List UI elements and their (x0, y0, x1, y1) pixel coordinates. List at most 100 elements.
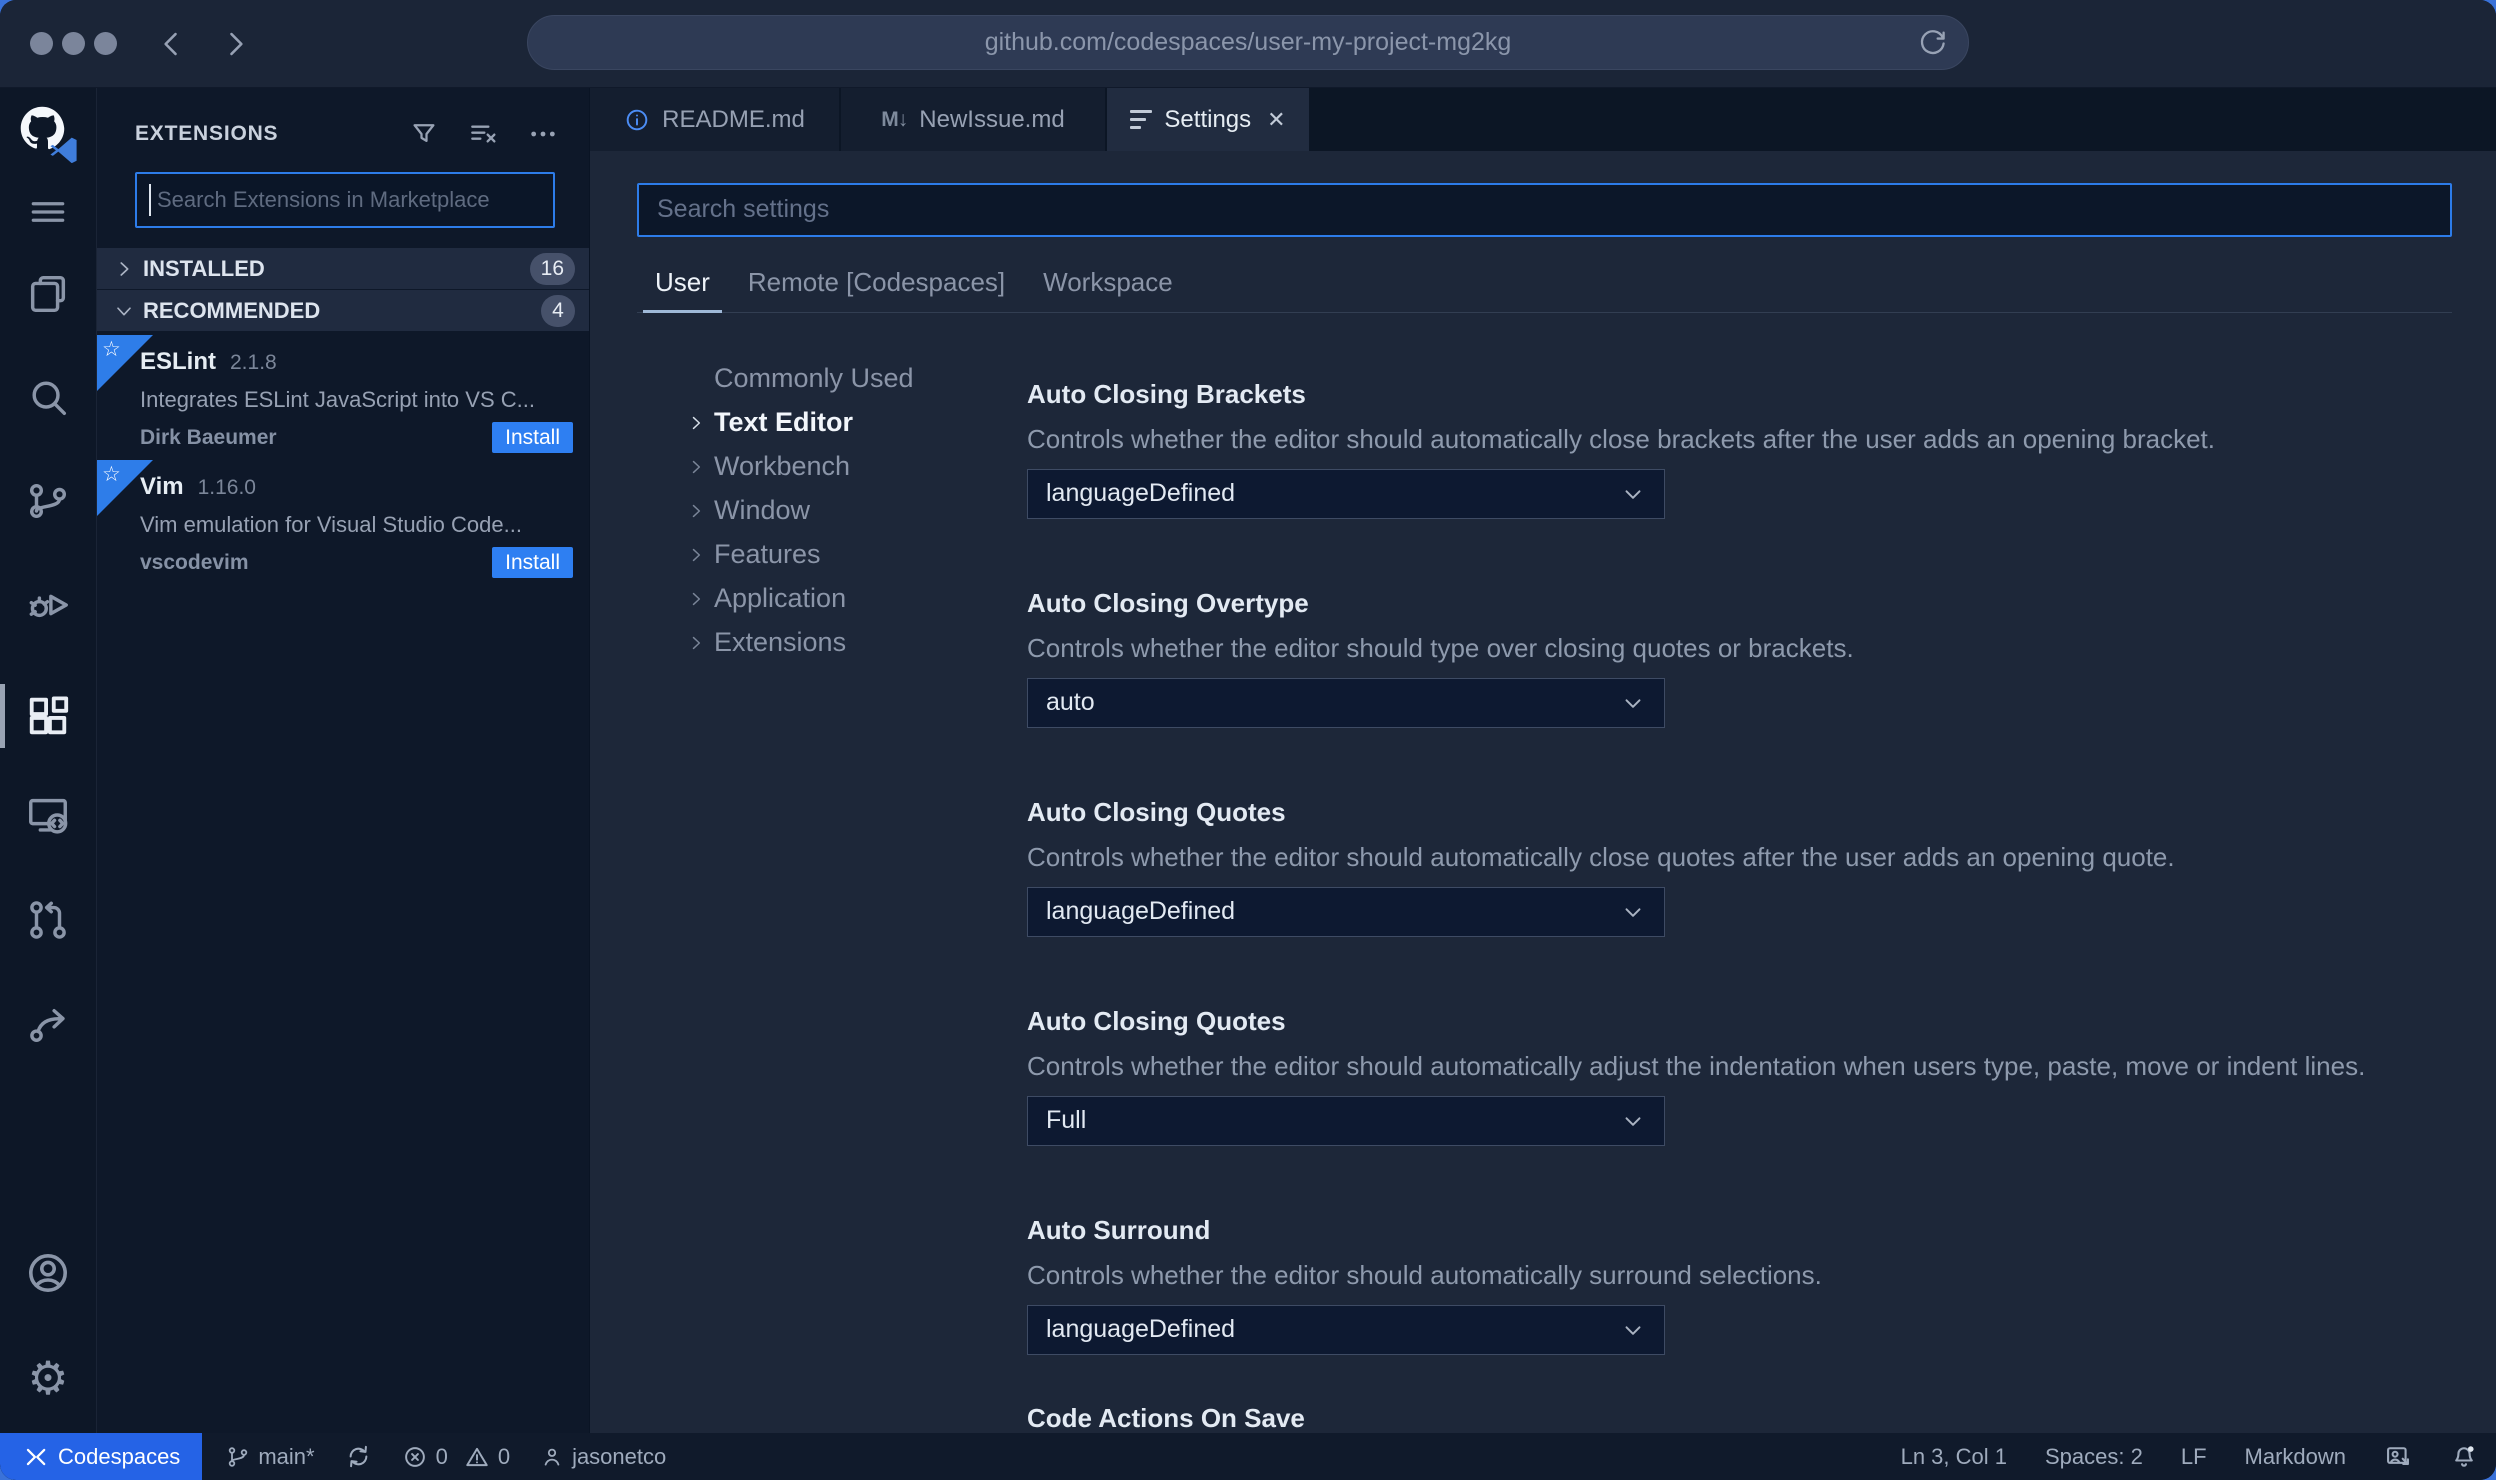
setting-description: Controls whether the editor should autom… (1027, 1050, 2366, 1081)
cursor-position[interactable]: Ln 3, Col 1 (1901, 1444, 2007, 1470)
settings-editor: User Remote [Codespaces] Workspace Commo… (590, 151, 2496, 1433)
main-area: ⚙ EXTENSIONS Search Extensions in Market… (0, 88, 2496, 1433)
language-mode[interactable]: Markdown (2245, 1444, 2346, 1470)
toc-item-window[interactable]: Window (686, 489, 1027, 533)
setting-value-dropdown[interactable]: languageDefined (1027, 468, 1665, 519)
branch-status[interactable]: main* (226, 1443, 315, 1470)
scope-tab-workspace[interactable]: Workspace (1031, 267, 1185, 312)
pull-request-icon (30, 901, 66, 939)
setting-description: Controls whether the editor should type … (1027, 632, 1854, 663)
chevron-down-icon (1620, 690, 1646, 716)
extensions-sections: INSTALLED 16 RECOMMENDED 4 (97, 248, 589, 332)
status-right: Ln 3, Col 1 Spaces: 2 LF Markdown (1901, 1443, 2496, 1471)
explorer-files-icon (30, 275, 66, 313)
extensions-search-input[interactable] (135, 172, 555, 228)
setting-auto-closing-quotes: Auto Closing Quotes Controls whether the… (1027, 795, 2452, 937)
setting-title: Auto Closing Quotes (1027, 1005, 1286, 1036)
branch-label: main* (258, 1443, 315, 1469)
tab-label: Settings (1164, 105, 1252, 133)
feedback-icon[interactable] (2384, 1443, 2412, 1471)
share-arrow-icon (30, 1009, 65, 1042)
problems-status[interactable]: 0 0 (402, 1443, 510, 1470)
chevron-right-icon (686, 633, 706, 653)
sidebar-item-live-share[interactable] (0, 983, 96, 1063)
menu-icon (31, 202, 65, 222)
sidebar-item-pull-requests[interactable] (0, 880, 96, 960)
install-button[interactable]: Install (492, 547, 573, 578)
run-debug-icon (29, 594, 68, 618)
address-bar[interactable]: github.com/codespaces/user-my-project-mg… (527, 15, 1969, 70)
more-actions-icon[interactable] (527, 118, 559, 150)
activity-bar: ⚙ (0, 88, 97, 1433)
notifications-button[interactable] (2450, 1443, 2478, 1471)
settings-search-input[interactable] (637, 183, 2452, 237)
close-icon[interactable]: ✕ (1267, 107, 1285, 133)
setting-title: Code Actions On Save (1027, 1402, 1305, 1433)
eol-sequence[interactable]: LF (2181, 1444, 2207, 1470)
tab-newissue[interactable]: M↓ NewIssue.md (841, 88, 1107, 151)
toc-label: Text Editor (714, 407, 854, 438)
setting-value-dropdown[interactable]: Full (1027, 1095, 1665, 1146)
section-recommended[interactable]: RECOMMENDED 4 (97, 290, 589, 331)
toc-item-features[interactable]: Features (686, 533, 1027, 577)
extension-list-item[interactable]: ☆ Vim 1.16.0 Vim emulation for Visual St… (97, 460, 589, 578)
settings-gear-button[interactable]: ⚙ (0, 1338, 96, 1418)
setting-auto-closing-overtype: Auto Closing Overtype Controls whether t… (1027, 586, 2452, 728)
sidebar-item-explorer[interactable] (0, 254, 96, 334)
toc-item-workbench[interactable]: Workbench (686, 445, 1027, 489)
filter-icon[interactable] (409, 119, 439, 149)
warning-icon (466, 1447, 488, 1466)
chevron-right-icon (686, 413, 706, 433)
remote-indicator[interactable]: Codespaces (0, 1433, 203, 1480)
setting-value-dropdown[interactable]: languageDefined (1027, 886, 1665, 937)
status-bar: Codespaces main* 0 0 jasonetco Ln 3, Col… (0, 1433, 2496, 1480)
window-maximize-button[interactable] (94, 32, 117, 55)
setting-value-dropdown[interactable]: auto (1027, 677, 1665, 728)
indentation[interactable]: Spaces: 2 (2045, 1444, 2143, 1470)
sync-button[interactable] (345, 1443, 372, 1470)
user-status[interactable]: jasonetco (540, 1444, 666, 1470)
install-button[interactable]: Install (492, 422, 573, 453)
sidebar-item-search[interactable] (0, 358, 96, 438)
error-count: 0 (435, 1443, 448, 1469)
browser-back-button[interactable] (152, 24, 192, 64)
toc-item-extensions[interactable]: Extensions (686, 621, 1027, 665)
section-installed[interactable]: INSTALLED 16 (97, 248, 589, 289)
extension-description: Integrates ESLint JavaScript into VS C..… (140, 387, 535, 412)
sidebar-item-run-debug[interactable] (0, 565, 96, 645)
window-close-button[interactable] (30, 32, 53, 55)
toc-item-application[interactable]: Application (686, 577, 1027, 621)
extension-publisher: Dirk Baeumer (140, 425, 277, 449)
setting-value-dropdown[interactable]: languageDefined (1027, 1304, 1665, 1355)
bell-icon (2455, 1445, 2474, 1467)
dropdown-value: languageDefined (1046, 479, 1236, 508)
sidebar-item-remote-explorer[interactable] (0, 775, 96, 855)
scope-tab-user[interactable]: User (643, 267, 722, 313)
clear-search-results-icon[interactable] (467, 118, 499, 150)
window-minimize-button[interactable] (62, 32, 85, 55)
markdown-icon: M↓ (881, 107, 908, 131)
extension-version: 2.1.8 (230, 351, 277, 374)
browser-forward-button[interactable] (215, 24, 255, 64)
account-button[interactable] (0, 1233, 96, 1313)
reload-button[interactable] (1917, 28, 1948, 59)
dropdown-value: Full (1046, 1106, 1087, 1135)
menu-button[interactable] (0, 172, 96, 252)
toc-item-text-editor[interactable]: Text Editor (686, 401, 1027, 445)
toc-item-commonly-used[interactable]: Commonly Used (686, 357, 1027, 401)
text-cursor (149, 184, 151, 216)
window-controls (30, 32, 117, 55)
tab-settings[interactable]: Settings ✕ (1107, 88, 1311, 151)
scope-tab-remote[interactable]: Remote [Codespaces] (736, 267, 1017, 312)
sidebar-item-extensions[interactable] (0, 676, 96, 756)
browser-titlebar: github.com/codespaces/user-my-project-mg… (0, 0, 2496, 88)
sidebar-item-source-control[interactable] (0, 461, 96, 541)
github-octocat-icon (20, 106, 77, 163)
chevron-right-icon (686, 457, 706, 477)
source-control-icon (29, 483, 67, 519)
toc-label: Workbench (714, 451, 851, 482)
tab-readme[interactable]: README.md (590, 88, 841, 151)
extension-list-item[interactable]: ☆ ESLint 2.1.8 Integrates ESLint JavaScr… (97, 335, 589, 457)
browser-window: github.com/codespaces/user-my-project-mg… (0, 0, 2496, 1480)
dropdown-value: auto (1046, 688, 1095, 717)
